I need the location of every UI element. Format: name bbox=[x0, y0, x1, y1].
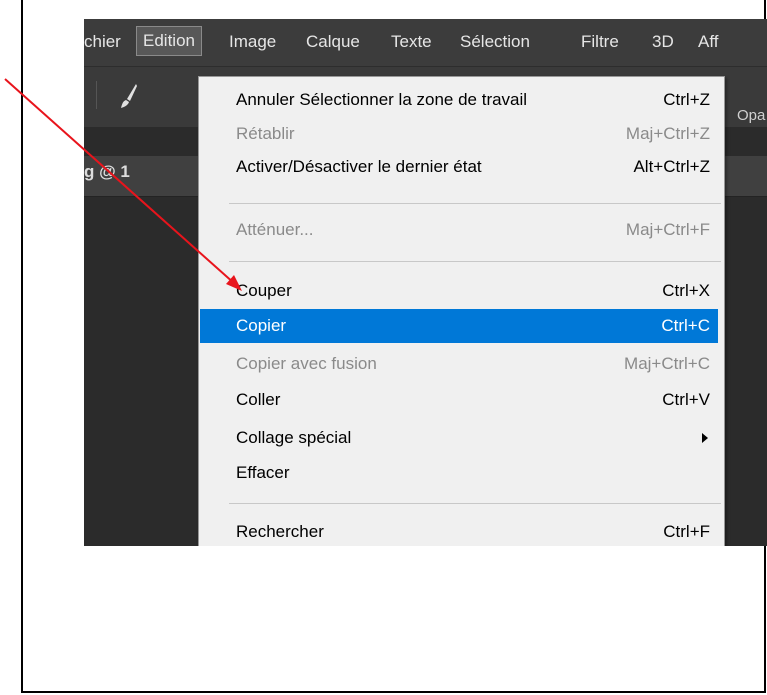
menu-calque[interactable]: Calque bbox=[306, 28, 360, 56]
menu-image[interactable]: Image bbox=[229, 28, 276, 56]
edit-menu-dropdown: Annuler Sélectionner la zone de travail C… bbox=[198, 76, 725, 546]
document-tab[interactable]: g @ 1 bbox=[84, 162, 130, 182]
menu-item-couper[interactable]: Couper Ctrl+X bbox=[200, 274, 718, 308]
toolbar-divider bbox=[96, 81, 97, 109]
menu-separator bbox=[229, 203, 721, 204]
menu-bar: chier Edition Image Calque Texte Sélecti… bbox=[84, 19, 767, 66]
opacity-label: Opa bbox=[737, 107, 766, 124]
menu-3d[interactable]: 3D bbox=[652, 28, 674, 56]
menu-affichage[interactable]: Aff bbox=[698, 28, 718, 56]
menu-item-collage-special[interactable]: Collage spécial bbox=[200, 421, 718, 455]
menu-item-copier-avec-fusion: Copier avec fusion Maj+Ctrl+C bbox=[236, 354, 710, 373]
menu-item-copier[interactable]: Copier Ctrl+C bbox=[200, 309, 718, 343]
submenu-arrow-icon bbox=[702, 433, 708, 443]
menu-filtre[interactable]: Filtre bbox=[581, 28, 619, 56]
menu-selection[interactable]: Sélection bbox=[460, 28, 530, 56]
menu-texte[interactable]: Texte bbox=[391, 28, 432, 56]
menu-item-activer-desactiver[interactable]: Activer/Désactiver le dernier état Alt+Ct… bbox=[200, 150, 718, 184]
menu-item-attenuer: Atténuer... Maj+Ctrl+F bbox=[236, 220, 710, 239]
menu-edition[interactable]: Edition bbox=[136, 26, 202, 56]
brush-icon[interactable] bbox=[120, 83, 138, 109]
menu-item-coller[interactable]: Coller Ctrl+V bbox=[200, 383, 718, 417]
menu-item-annuler[interactable]: Annuler Sélectionner la zone de travail C… bbox=[200, 83, 718, 117]
menu-item-rechercher[interactable]: Rechercher Ctrl+F bbox=[200, 515, 718, 546]
menu-item-retablir: Rétablir Maj+Ctrl+Z bbox=[236, 124, 710, 143]
menu-fichier[interactable]: chier bbox=[84, 28, 121, 56]
photoshop-window: chier Edition Image Calque Texte Sélecti… bbox=[84, 19, 767, 546]
menu-separator bbox=[229, 261, 721, 262]
screenshot-frame: chier Edition Image Calque Texte Sélecti… bbox=[21, 0, 767, 693]
menu-separator bbox=[229, 503, 721, 504]
menu-item-effacer[interactable]: Effacer bbox=[200, 456, 718, 490]
